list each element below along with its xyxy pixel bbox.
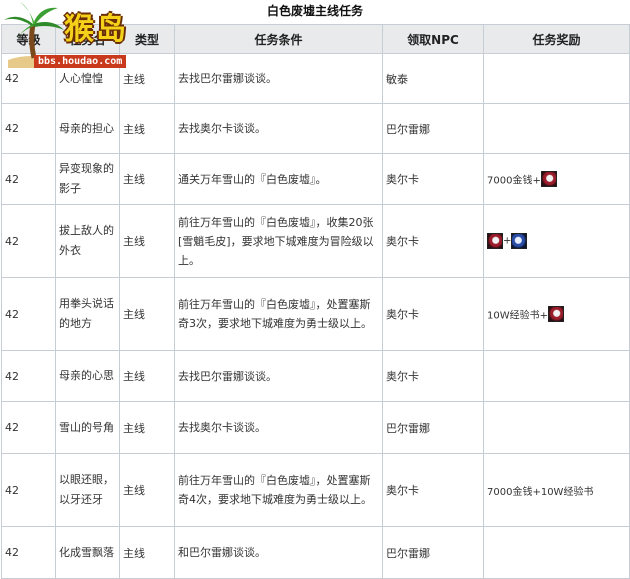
- cell-condition: 去找巴尔雷娜谈谈。: [174, 53, 383, 104]
- cell-level: 42: [1, 153, 56, 205]
- header-level: 等级: [1, 24, 56, 54]
- cell-reward: [483, 103, 630, 154]
- table-body: 42 人心惶惶 主线 去找巴尔雷娜谈谈。 敏泰 42 母亲的担心 主线 去找奥尔卡谈谈。 巴尔雷娜…: [1, 53, 630, 579]
- cell-npc: 奥尔卡: [382, 453, 484, 527]
- cell-type: 主线: [119, 350, 175, 402]
- item-icon: [540, 171, 557, 187]
- cell-level: 42: [1, 103, 56, 154]
- cell-type: 主线: [119, 153, 175, 205]
- table-row: 42 人心惶惶 主线 去找巴尔雷娜谈谈。 敏泰: [1, 53, 630, 104]
- cell-npc: 巴尔雷娜: [382, 526, 484, 579]
- cell-reward: 10W经验书+: [483, 277, 630, 351]
- cell-level: 42: [1, 277, 56, 351]
- table-header-row: 等级 任务名 类型 任务条件 领取NPC 任务奖励: [1, 24, 630, 54]
- cell-name: 雪山的号角: [55, 401, 120, 454]
- cell-reward: [483, 350, 630, 402]
- quest-table: 等级 任务名 类型 任务条件 领取NPC 任务奖励 42 人心惶惶 主线 去找巴尔雷娜…: [1, 24, 630, 579]
- table-row: 42 雪山的号角 主线 去找奥尔卡谈谈。 巴尔雷娜: [1, 401, 630, 454]
- cell-npc: 奥尔卡: [382, 277, 484, 351]
- cell-npc: 奥尔卡: [382, 153, 484, 205]
- table-row: 42 母亲的心思 主线 去找巴尔雷娜谈谈。 奥尔卡: [1, 350, 630, 402]
- cell-reward: 7000金钱+: [483, 153, 630, 205]
- table-row: 42 用拳头说话的地方 主线 前往万年雪山的『白色废墟』，处置塞斯奇3次，要求地下城难…: [1, 277, 630, 351]
- cell-npc: 奥尔卡: [382, 350, 484, 402]
- cell-name: 以眼还眼，以牙还牙: [55, 453, 120, 527]
- page-title: 白色废墟主线任务: [266, 4, 363, 18]
- table-row: 42 拔上敌人的外衣 主线 前往万年雪山的『白色废墟』，收集20张[雪魈毛皮]，要求地…: [1, 204, 630, 278]
- cell-reward: 7000金钱+10W经验书: [483, 453, 630, 527]
- reward-text: 7000金钱+: [487, 175, 541, 187]
- item-icon: [487, 233, 503, 249]
- cell-level: 42: [1, 526, 56, 579]
- cell-level: 42: [1, 453, 56, 527]
- cell-npc: 敏泰: [382, 53, 484, 104]
- cell-condition: 和巴尔雷娜谈谈。: [174, 526, 383, 579]
- table-row: 42 化成雪飘落 主线 和巴尔雷娜谈谈。 巴尔雷娜: [1, 526, 630, 579]
- cell-reward: [483, 401, 630, 454]
- cell-level: 42: [1, 204, 56, 278]
- cell-type: 主线: [119, 103, 175, 154]
- cell-name: 异变现象的影子: [55, 153, 120, 205]
- cell-npc: 奥尔卡: [382, 204, 484, 278]
- cell-level: 42: [1, 350, 56, 402]
- cell-type: 主线: [119, 204, 175, 278]
- cell-reward: [483, 526, 630, 579]
- cell-level: 42: [1, 53, 56, 104]
- header-condition: 任务条件: [174, 24, 383, 54]
- cell-condition: 去找奥尔卡谈谈。: [174, 401, 383, 454]
- reward-text: 10W经验书+: [487, 310, 548, 322]
- cell-type: 主线: [119, 526, 175, 579]
- table-row: 42 以眼还眼，以牙还牙 主线 前往万年雪山的『白色废墟』，处置塞斯奇4次，要求地下城…: [1, 453, 630, 527]
- cell-name: 化成雪飘落: [55, 526, 120, 579]
- cell-condition: 去找巴尔雷娜谈谈。: [174, 350, 383, 402]
- plus-separator: +: [503, 235, 512, 247]
- cell-condition: 前往万年雪山的『白色废墟』，收集20张[雪魈毛皮]，要求地下城难度为冒险级以上。: [174, 204, 383, 278]
- cell-name: 用拳头说话的地方: [55, 277, 120, 351]
- cell-level: 42: [1, 401, 56, 454]
- cell-type: 主线: [119, 277, 175, 351]
- table-row: 42 异变现象的影子 主线 通关万年雪山的『白色废墟』。 奥尔卡 7000金钱+: [1, 153, 630, 205]
- item-icon: [548, 306, 564, 322]
- cell-condition: 去找奥尔卡谈谈。: [174, 103, 383, 154]
- cell-type: 主线: [119, 401, 175, 454]
- cell-npc: 巴尔雷娜: [382, 401, 484, 454]
- cell-reward: +: [483, 204, 630, 278]
- cell-reward: [483, 53, 630, 104]
- header-type: 类型: [119, 24, 175, 54]
- header-npc: 领取NPC: [382, 24, 484, 54]
- cell-condition: 前往万年雪山的『白色废墟』，处置塞斯奇3次，要求地下城难度为勇士级以上。: [174, 277, 383, 351]
- cell-npc: 巴尔雷娜: [382, 103, 484, 154]
- cell-name: 拔上敌人的外衣: [55, 204, 120, 278]
- cell-condition: 前往万年雪山的『白色废墟』，处置塞斯奇4次，要求地下城难度为勇士级以上。: [174, 453, 383, 527]
- cell-condition: 通关万年雪山的『白色废墟』。: [174, 153, 383, 205]
- cell-type: 主线: [119, 453, 175, 527]
- cell-name: 母亲的担心: [55, 103, 120, 154]
- header-reward: 任务奖励: [483, 24, 630, 54]
- cell-name: 母亲的心思: [55, 350, 120, 402]
- item-icon: [511, 233, 528, 249]
- reward-text: 7000金钱+10W经验书: [487, 486, 594, 498]
- table-row: 42 母亲的担心 主线 去找奥尔卡谈谈。 巴尔雷娜: [1, 103, 630, 154]
- header-name: 任务名: [55, 24, 120, 54]
- cell-name: 人心惶惶: [55, 53, 120, 104]
- cell-type: 主线: [119, 53, 175, 104]
